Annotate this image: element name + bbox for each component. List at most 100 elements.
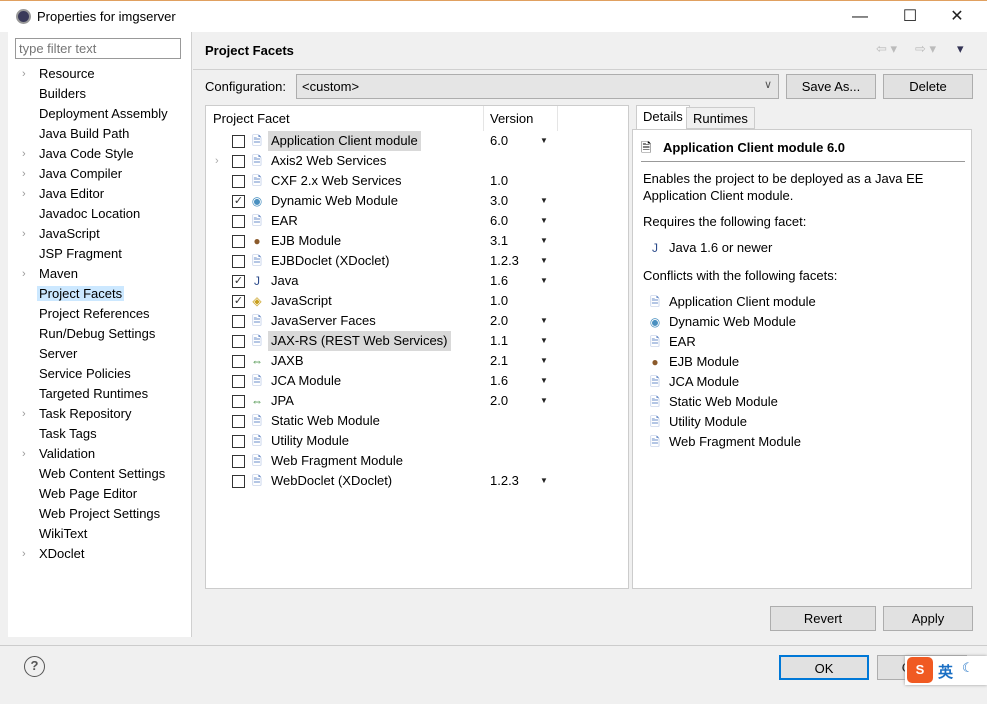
sidebar-item[interactable]: Project Facets	[8, 284, 192, 304]
facet-row[interactable]: ⇔ JAXB 2.1 ▼	[206, 351, 628, 371]
facet-row[interactable]: ✓ ◉ Dynamic Web Module 3.0 ▼	[206, 191, 628, 211]
sidebar-item[interactable]: Web Project Settings	[8, 504, 192, 524]
menu-icon[interactable]: ▾	[957, 41, 964, 57]
facet-version[interactable]: 1.2.3	[490, 471, 519, 491]
facet-version[interactable]: 6.0	[490, 131, 508, 151]
facet-checkbox[interactable]: ✓	[232, 195, 245, 208]
facet-checkbox[interactable]: ✓	[232, 295, 245, 308]
facet-row[interactable]: ⇔ JPA 2.0 ▼	[206, 391, 628, 411]
facet-checkbox[interactable]	[232, 435, 245, 448]
tab-runtimes[interactable]: Runtimes	[686, 107, 755, 129]
version-dropdown-icon[interactable]: ▼	[540, 191, 548, 211]
facet-checkbox[interactable]	[232, 355, 245, 368]
facet-row[interactable]: › 🗎 Axis2 Web Services	[206, 151, 628, 171]
facet-row[interactable]: 🗎 Utility Module	[206, 431, 628, 451]
facet-checkbox[interactable]	[232, 455, 245, 468]
version-dropdown-icon[interactable]: ▼	[540, 131, 548, 151]
facet-row[interactable]: 🗎 JCA Module 1.6 ▼	[206, 371, 628, 391]
facet-checkbox[interactable]	[232, 215, 245, 228]
sidebar-item[interactable]: › Java Compiler	[8, 164, 192, 184]
sidebar-item[interactable]: › XDoclet	[8, 544, 192, 564]
expand-arrow-icon[interactable]: ›	[22, 164, 26, 184]
facet-row[interactable]: 🗎 Application Client module 6.0 ▼	[206, 131, 628, 151]
sidebar-item[interactable]: › Maven	[8, 264, 192, 284]
sidebar-item[interactable]: Javadoc Location	[8, 204, 192, 224]
expand-arrow-icon[interactable]: ›	[22, 544, 26, 564]
sidebar-item[interactable]: Task Tags	[8, 424, 192, 444]
maximize-button[interactable]: ☐	[890, 5, 930, 29]
facet-row[interactable]: 🗎 EAR 6.0 ▼	[206, 211, 628, 231]
forward-icon[interactable]: ⇨ ▾	[915, 41, 936, 57]
sidebar-item[interactable]: Server	[8, 344, 192, 364]
expand-arrow-icon[interactable]: ›	[22, 404, 26, 424]
expand-arrow-icon[interactable]: ›	[22, 144, 26, 164]
help-button[interactable]: ?	[24, 656, 45, 677]
facet-checkbox[interactable]: ✓	[232, 275, 245, 288]
expand-arrow-icon[interactable]: ›	[22, 264, 26, 284]
facet-checkbox[interactable]	[232, 395, 245, 408]
facet-row[interactable]: 🗎 JAX-RS (REST Web Services) 1.1 ▼	[206, 331, 628, 351]
facet-checkbox[interactable]	[232, 335, 245, 348]
facet-checkbox[interactable]	[232, 235, 245, 248]
expand-arrow-icon[interactable]: ›	[22, 224, 26, 244]
sidebar-item[interactable]: Run/Debug Settings	[8, 324, 192, 344]
minimize-button[interactable]: —	[840, 5, 880, 29]
sidebar-item[interactable]: WikiText	[8, 524, 192, 544]
version-dropdown-icon[interactable]: ▼	[540, 251, 548, 271]
facet-checkbox[interactable]	[232, 375, 245, 388]
sidebar-item[interactable]: Project References	[8, 304, 192, 324]
facet-version[interactable]: 1.6	[490, 271, 508, 291]
facet-row[interactable]: ● EJB Module 3.1 ▼	[206, 231, 628, 251]
facet-row[interactable]: ✓ ◈ JavaScript 1.0	[206, 291, 628, 311]
facet-row[interactable]: 🗎 EJBDoclet (XDoclet) 1.2.3 ▼	[206, 251, 628, 271]
facet-row[interactable]: ✓ J Java 1.6 ▼	[206, 271, 628, 291]
facet-version[interactable]: 1.6	[490, 371, 508, 391]
facet-checkbox[interactable]	[232, 255, 245, 268]
version-dropdown-icon[interactable]: ▼	[540, 331, 548, 351]
column-header-facet[interactable]: Project Facet	[206, 106, 484, 131]
facet-row[interactable]: 🗎 Static Web Module	[206, 411, 628, 431]
sidebar-item[interactable]: Java Build Path	[8, 124, 192, 144]
apply-button[interactable]: Apply	[883, 606, 973, 631]
facet-checkbox[interactable]	[232, 415, 245, 428]
facet-checkbox[interactable]	[232, 135, 245, 148]
sidebar-item[interactable]: › Java Code Style	[8, 144, 192, 164]
version-dropdown-icon[interactable]: ▼	[540, 231, 548, 251]
delete-button[interactable]: Delete	[883, 74, 973, 99]
version-dropdown-icon[interactable]: ▼	[540, 311, 548, 331]
configuration-select[interactable]: <custom> ∨	[296, 74, 779, 99]
version-dropdown-icon[interactable]: ▼	[540, 271, 548, 291]
facet-checkbox[interactable]	[232, 155, 245, 168]
facet-checkbox[interactable]	[232, 315, 245, 328]
sidebar-item[interactable]: Deployment Assembly	[8, 104, 192, 124]
ok-button[interactable]: OK	[779, 655, 869, 680]
version-dropdown-icon[interactable]: ▼	[540, 371, 548, 391]
facet-version[interactable]: 2.0	[490, 311, 508, 331]
back-icon[interactable]: ⇦ ▾	[876, 41, 897, 57]
sidebar-item[interactable]: Web Page Editor	[8, 484, 192, 504]
facet-row[interactable]: 🗎 JavaServer Faces 2.0 ▼	[206, 311, 628, 331]
close-button[interactable]: ✕	[937, 5, 977, 29]
sidebar-item[interactable]: › Java Editor	[8, 184, 192, 204]
save-as-button[interactable]: Save As...	[786, 74, 876, 99]
tab-details[interactable]: Details	[636, 105, 690, 130]
revert-button[interactable]: Revert	[770, 606, 876, 631]
sidebar-item[interactable]: Service Policies	[8, 364, 192, 384]
facet-row[interactable]: 🗎 CXF 2.x Web Services 1.0	[206, 171, 628, 191]
version-dropdown-icon[interactable]: ▼	[540, 211, 548, 231]
sidebar-item[interactable]: › Task Repository	[8, 404, 192, 424]
expand-arrow-icon[interactable]: ›	[22, 444, 26, 464]
facet-version[interactable]: 2.1	[490, 351, 508, 371]
facet-version[interactable]: 2.0	[490, 391, 508, 411]
sidebar-item[interactable]: › Resource	[8, 64, 192, 84]
facet-version[interactable]: 1.2.3	[490, 251, 519, 271]
expand-arrow-icon[interactable]: ›	[215, 151, 219, 171]
ime-toolbar[interactable]: S 英 ☾	[905, 656, 987, 685]
version-dropdown-icon[interactable]: ▼	[540, 391, 548, 411]
facet-row[interactable]: 🗎 Web Fragment Module	[206, 451, 628, 471]
sidebar-item[interactable]: › Validation	[8, 444, 192, 464]
facet-version[interactable]: 3.0	[490, 191, 508, 211]
sidebar-item[interactable]: Web Content Settings	[8, 464, 192, 484]
column-header-version[interactable]: Version	[484, 106, 558, 131]
facet-checkbox[interactable]	[232, 475, 245, 488]
